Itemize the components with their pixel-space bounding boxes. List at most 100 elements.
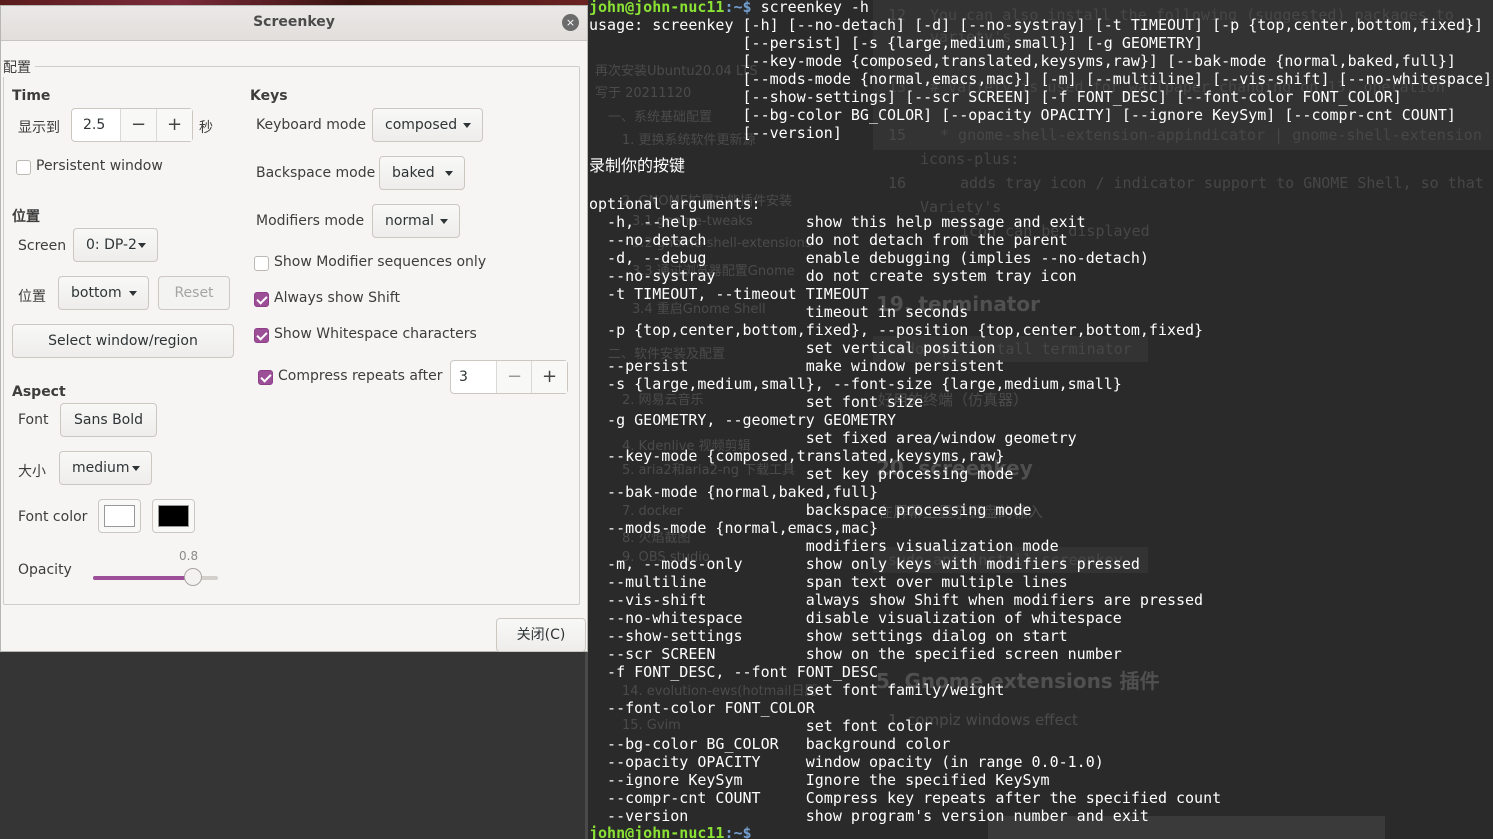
position-header: 位置 — [12, 209, 40, 225]
option-line: --key-mode {composed,translated,keysyms,… — [589, 447, 1005, 465]
usage-line: [--version] — [589, 124, 842, 142]
screenkey-overlay-heading: 录制你的按键 — [589, 156, 686, 175]
screen-dropdown[interactable]: 0: DP-2 — [73, 228, 158, 262]
persistent-window-checkbox[interactable] — [16, 160, 31, 175]
terminal-final-prompt: john@john-nuc11:~$ — [589, 824, 752, 839]
config-section-label: 配置 — [3, 57, 35, 77]
reset-button[interactable]: Reset — [158, 276, 230, 310]
option-line: --font-color FONT_COLOR — [589, 699, 815, 717]
option-line: --compr-cnt COUNT Compress key repeats a… — [589, 789, 1222, 807]
font-chooser-button[interactable]: Sans Bold — [60, 403, 157, 437]
option-line: modifiers visualization mode — [589, 537, 1059, 555]
prompt-path: :~$ — [724, 824, 752, 839]
option-line: -f FONT_DESC, --font FONT_DESC — [589, 663, 878, 681]
usage-line: [--mods-mode {normal,emacs,mac}] [-m] [-… — [589, 70, 1493, 88]
option-line: --bak-mode {normal,baked,full} — [589, 483, 878, 501]
backspace-mode-dropdown[interactable]: baked — [379, 156, 465, 190]
option-line: --no-systray do not create system tray i… — [589, 267, 1077, 285]
backspace-mode-label: Backspace mode — [256, 165, 376, 181]
option-line: --opacity OPACITY window opacity (in ran… — [589, 753, 1104, 771]
size-label: 大小 — [18, 464, 46, 480]
terminal-window[interactable]: 再次安装Ubuntu20.04 LTS 写于 20211120 一、系统基础配置… — [588, 0, 1493, 839]
screenkey-settings-dialog: Screenkey × 配置 Time 显示到 2.5 − + 秒 Persis… — [0, 5, 588, 652]
option-line: --mods-mode {normal,emacs,mac} — [589, 519, 878, 537]
aspect-header: Aspect — [12, 384, 66, 400]
compress-count-spinner[interactable]: 3 − + — [450, 360, 568, 394]
bg-line-number: 15 — [888, 126, 907, 144]
background-color-button[interactable] — [152, 499, 195, 533]
duration-value: 2.5 — [83, 117, 106, 133]
option-line: --no-detach do not detach from the paren… — [589, 231, 1068, 249]
option-line: -p {top,center,bottom,fixed}, --position… — [589, 321, 1204, 339]
typed-command: screenkey -h — [751, 0, 869, 16]
option-line: set fixed area/window geometry — [589, 429, 1077, 447]
compress-repeats-checkbox[interactable] — [258, 370, 273, 385]
compress-increase-button[interactable]: + — [531, 361, 567, 393]
duration-spinner[interactable]: 2.5 − + — [71, 108, 193, 142]
option-line: --persist make window persistent — [589, 357, 1005, 375]
option-line: timeout in seconds — [589, 303, 969, 321]
position-dropdown[interactable]: bottom — [58, 276, 149, 310]
dialog-titlebar[interactable]: Screenkey × — [1, 6, 587, 41]
modifier-sequences-checkbox[interactable] — [254, 256, 269, 271]
modifier-sequences-label: Show Modifier sequences only — [274, 254, 487, 270]
option-line: --multiline span text over multiple line… — [589, 573, 1068, 591]
prompt-path: :~$ — [724, 0, 752, 16]
show-duration-label: 显示到 — [18, 120, 60, 136]
font-label: Font — [18, 412, 49, 428]
duration-decrease-button[interactable]: − — [120, 109, 156, 141]
usage-line: usage: screenkey [-h] [--no-detach] [-d]… — [589, 16, 1484, 34]
keyboard-mode-label: Keyboard mode — [256, 117, 366, 133]
keyboard-mode-dropdown[interactable]: composed — [372, 108, 483, 142]
prompt-user: john@john-nuc11 — [589, 0, 725, 16]
opacity-slider[interactable] — [93, 568, 218, 586]
option-line: --ignore KeySym Ignore the specified Key… — [589, 771, 1050, 789]
option-line: -s {large,medium,small}, --font-size {la… — [589, 375, 1122, 393]
compress-count-value: 3 — [459, 369, 468, 385]
keys-header: Keys — [250, 88, 288, 104]
option-line: --scr SCREEN show on the specified scree… — [589, 645, 1122, 663]
compress-decrease-button[interactable]: − — [496, 361, 532, 393]
option-line: set key processing mode — [589, 465, 1014, 483]
modifiers-mode-dropdown[interactable]: normal — [372, 204, 460, 238]
show-whitespace-label: Show Whitespace characters — [274, 326, 477, 342]
option-line: --vis-shift always show Shift when modif… — [589, 591, 1204, 609]
opacity-slider-fill — [93, 576, 193, 580]
always-show-shift-checkbox[interactable] — [254, 292, 269, 307]
option-line: backspace processing mode — [589, 501, 1032, 519]
usage-line: [--show-settings] [--scr SCREEN] [-f FON… — [589, 88, 1402, 106]
dialog-title: Screenkey — [253, 14, 335, 30]
modifiers-mode-label: Modifiers mode — [256, 213, 365, 229]
option-line: -h, --help show this help message and ex… — [589, 213, 1086, 231]
persistent-window-label: Persistent window — [36, 158, 163, 174]
opacity-slider-handle[interactable] — [184, 568, 202, 586]
bg-line-number: 16 — [888, 174, 907, 192]
option-line: --version show program's version number … — [589, 807, 1149, 825]
show-whitespace-checkbox[interactable] — [254, 328, 269, 343]
always-show-shift-label: Always show Shift — [274, 290, 400, 306]
seconds-unit-label: 秒 — [199, 120, 213, 136]
option-line: set vertical position — [589, 339, 996, 357]
optional-arguments-header: optional arguments: — [589, 195, 761, 213]
compress-repeats-label: Compress repeats after — [278, 368, 443, 384]
option-line: --no-whitespace disable visualization of… — [589, 609, 1122, 627]
font-color-label: Font color — [18, 509, 88, 525]
font-color-swatch — [104, 505, 135, 527]
close-button[interactable]: 关闭(C) — [496, 618, 586, 652]
size-dropdown[interactable]: medium — [59, 451, 152, 485]
option-line: --bg-color BG_COLOR background color — [589, 735, 951, 753]
option-line: set font family/weight — [589, 681, 1005, 699]
time-header: Time — [12, 88, 51, 104]
font-color-button[interactable] — [98, 499, 141, 533]
option-line: set font size — [589, 393, 924, 411]
terminal-command-line: john@john-nuc11:~$ screenkey -h — [589, 0, 869, 16]
close-icon[interactable]: × — [562, 14, 579, 31]
select-window-region-button[interactable]: Select window/region — [12, 324, 234, 358]
option-line: --show-settings show settings dialog on … — [589, 627, 1068, 645]
opacity-value: 0.8 — [179, 549, 199, 563]
position-label: 位置 — [18, 289, 46, 305]
prompt-user: john@john-nuc11 — [589, 824, 725, 839]
option-line: -d, --debug enable debugging (implies --… — [589, 249, 1149, 267]
duration-increase-button[interactable]: + — [156, 109, 192, 141]
usage-line: [--bg-color BG_COLOR] [--opacity OPACITY… — [589, 106, 1456, 124]
